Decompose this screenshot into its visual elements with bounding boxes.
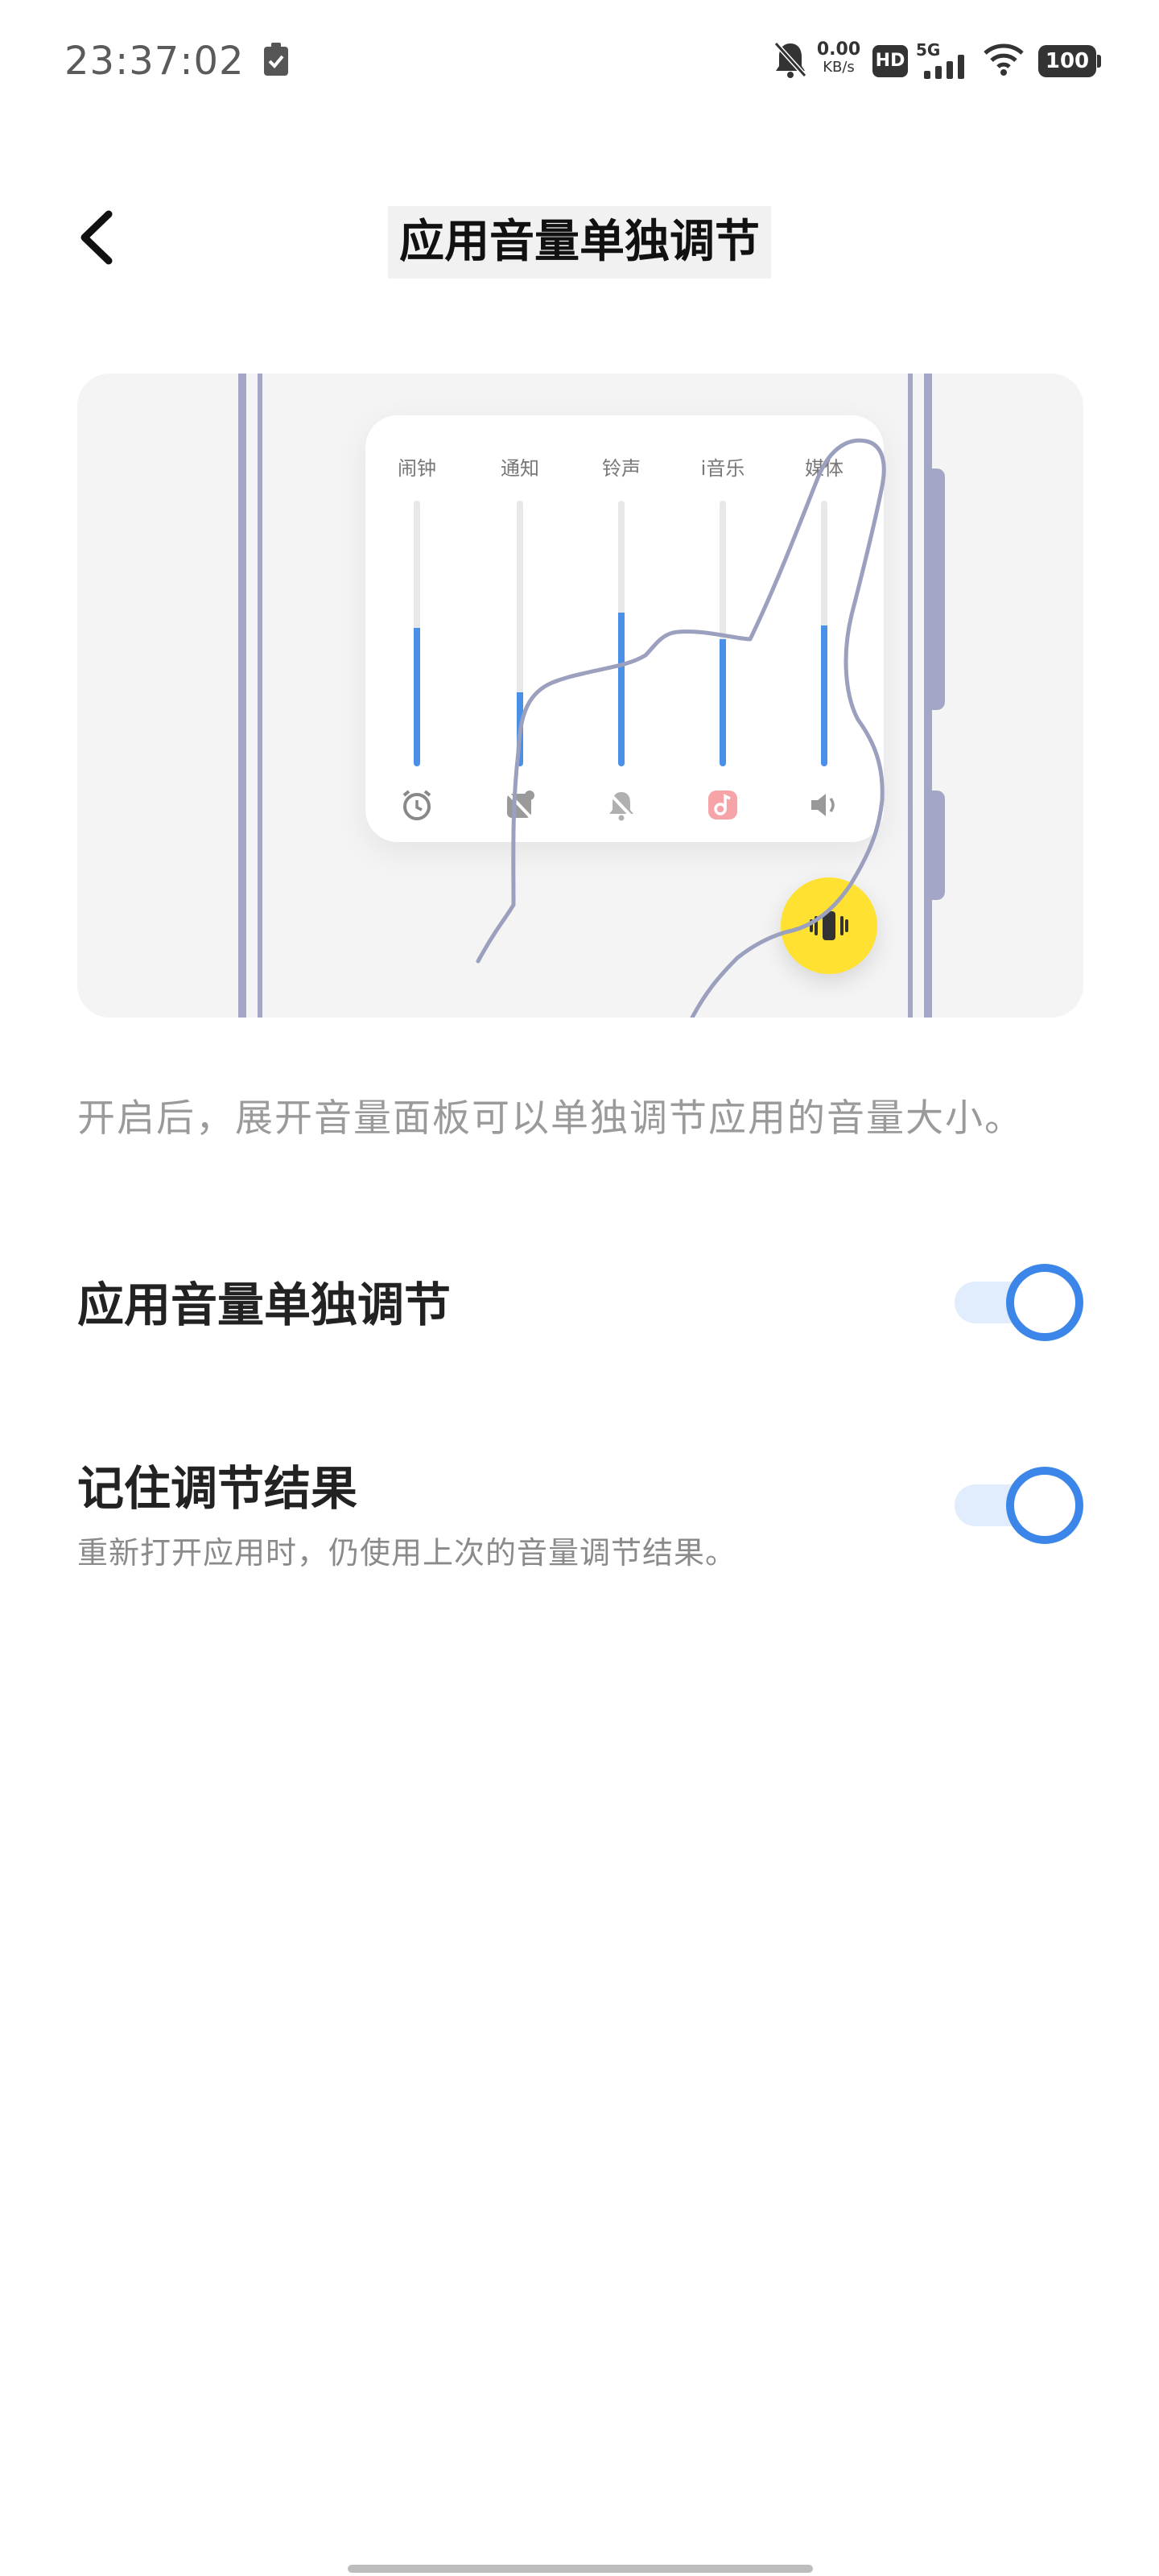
feature-illustration: 闹钟 通知 铃声 i音乐 媒体	[77, 374, 1083, 1018]
chevron-left-icon	[80, 210, 113, 265]
net-speed-unit: KB/s	[823, 59, 855, 76]
signal-5g-icon: 5G	[916, 40, 969, 79]
back-button[interactable]	[64, 201, 129, 274]
app-volume-toggle[interactable]	[955, 1264, 1083, 1341]
battery-saver-icon	[264, 43, 288, 76]
mute-bell-icon	[773, 41, 807, 78]
status-time: 23:37:02	[64, 39, 245, 84]
setting-title: 记住调节结果	[77, 1461, 358, 1516]
toggle-thumb	[1006, 1467, 1083, 1544]
battery-level: 100	[1045, 49, 1090, 73]
setting-title: 应用音量单独调节	[77, 1278, 452, 1332]
home-indicator[interactable]	[348, 2565, 813, 2573]
setting-row-app-volume[interactable]: 应用音量单独调节	[0, 1232, 1159, 1377]
setting-subtitle: 重新打开应用时，仍使用上次的音量调节结果。	[77, 1535, 737, 1571]
remember-result-toggle[interactable]	[955, 1467, 1083, 1544]
toggle-thumb	[1006, 1264, 1083, 1341]
page-title: 应用音量单独调节	[388, 206, 771, 279]
feature-description: 开启后，展开音量面板可以单独调节应用的音量大小。	[77, 1096, 1024, 1141]
setting-row-remember-result[interactable]: 记住调节结果 重新打开应用时，仍使用上次的音量调节结果。	[0, 1425, 1159, 1610]
battery-icon: 100	[1038, 45, 1101, 77]
net-speed: 0.00 KB/s	[815, 40, 863, 76]
hd-icon: HD	[872, 45, 908, 77]
hd-label: HD	[875, 51, 905, 71]
net-speed-value: 0.00	[816, 39, 861, 60]
wifi-icon	[984, 43, 1024, 76]
hand-illustration	[476, 438, 886, 1018]
status-bar: 23:37:02 0.00 KB/s HD 5G 100	[0, 0, 1159, 124]
